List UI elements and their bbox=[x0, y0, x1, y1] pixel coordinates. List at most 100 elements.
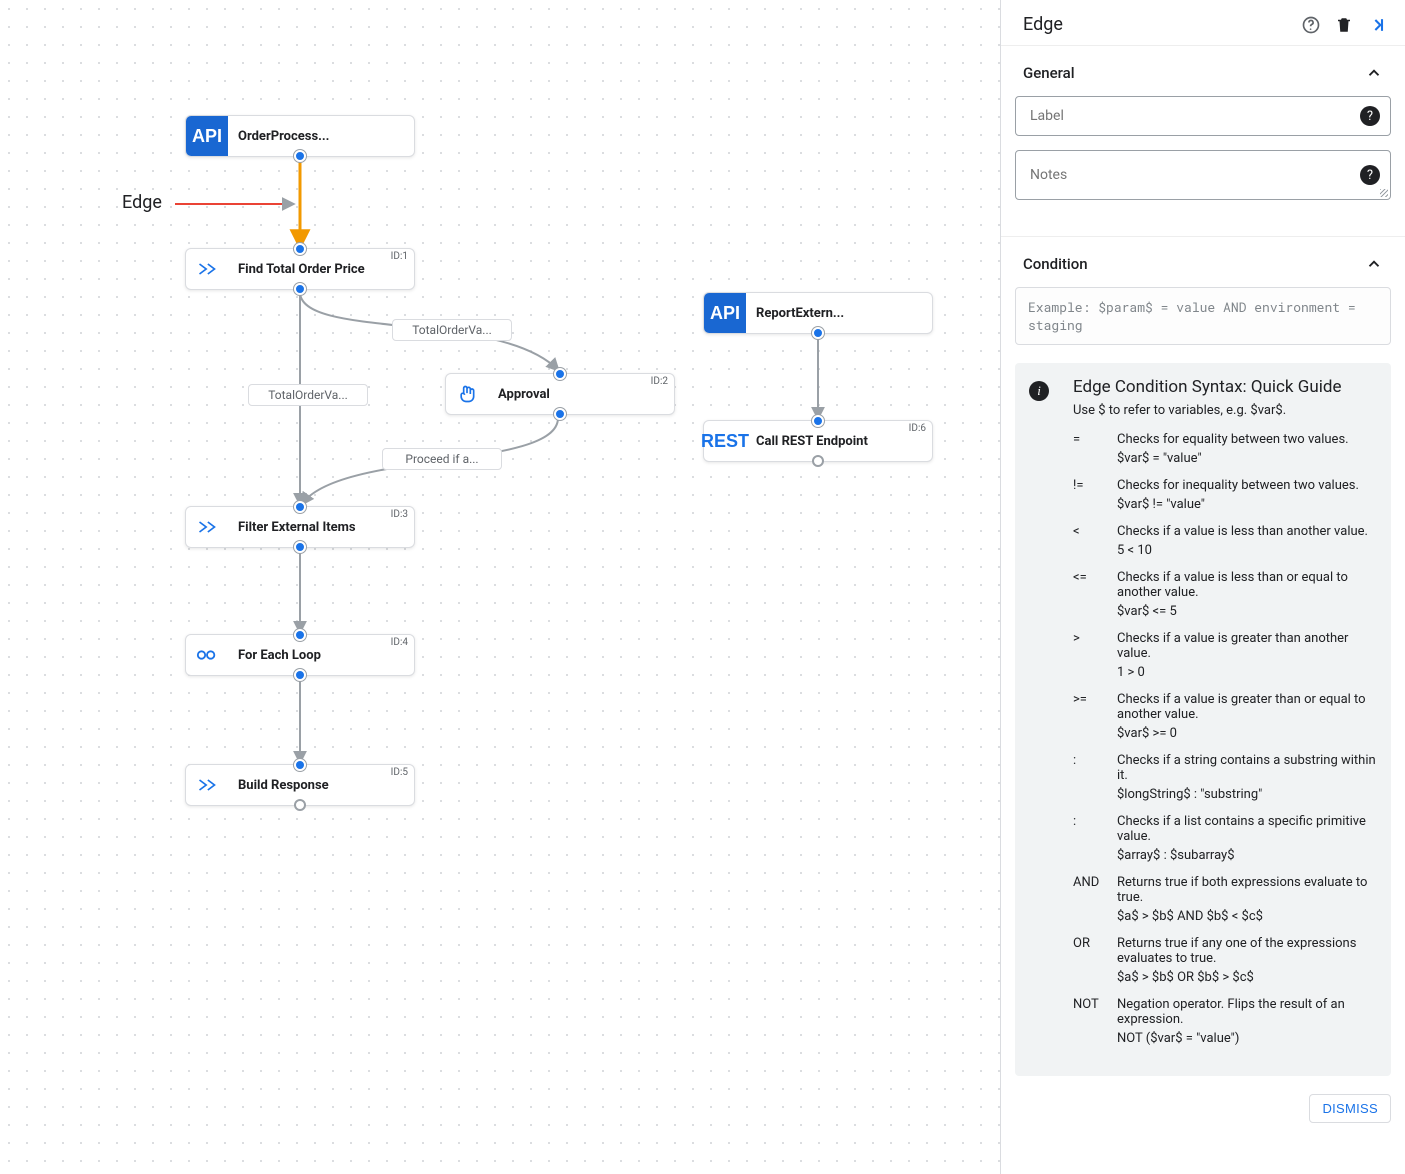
operator-symbol: = bbox=[1073, 432, 1117, 466]
operator-row: !=Checks for inequality between two valu… bbox=[1073, 478, 1377, 512]
port-bottom[interactable] bbox=[812, 327, 824, 339]
operator-symbol: : bbox=[1073, 814, 1117, 863]
section-title: General bbox=[1023, 64, 1075, 82]
edge-callout-label: Edge bbox=[118, 192, 166, 213]
node-for-each[interactable]: For Each Loop ID:4 bbox=[185, 634, 415, 676]
node-id: ID:1 bbox=[391, 251, 408, 262]
port-bottom[interactable] bbox=[812, 455, 824, 467]
operator-example: $var$ >= 0 bbox=[1117, 726, 1377, 741]
operator-example: $array$ : $subarray$ bbox=[1117, 848, 1377, 863]
operator-desc: Checks if a value is less than or equal … bbox=[1117, 570, 1377, 600]
node-label: Call REST Endpoint bbox=[746, 421, 932, 461]
node-id: ID:6 bbox=[909, 423, 926, 434]
operator-example: $a$ > $b$ AND $b$ < $c$ bbox=[1117, 909, 1377, 924]
rest-icon: REST bbox=[704, 421, 746, 461]
help-icon[interactable] bbox=[1301, 15, 1321, 35]
node-id: ID:4 bbox=[391, 637, 408, 648]
operator-row: ORReturns true if any one of the express… bbox=[1073, 936, 1377, 985]
port-top[interactable] bbox=[554, 368, 566, 380]
node-filter-items[interactable]: Filter External Items ID:3 bbox=[185, 506, 415, 548]
node-build-response[interactable]: Build Response ID:5 bbox=[185, 764, 415, 806]
port-bottom[interactable] bbox=[294, 283, 306, 295]
node-id: ID:5 bbox=[391, 767, 408, 778]
operator-desc: Checks if a string contains a substring … bbox=[1117, 753, 1377, 783]
operator-symbol: < bbox=[1073, 524, 1117, 558]
operator-desc: Checks if a list contains a specific pri… bbox=[1117, 814, 1377, 844]
port-bottom[interactable] bbox=[294, 669, 306, 681]
port-bottom[interactable] bbox=[294, 799, 306, 811]
node-approval[interactable]: Approval ID:2 bbox=[445, 373, 675, 415]
operator-symbol: >= bbox=[1073, 692, 1117, 741]
operator-example: $a$ > $b$ OR $b$ > $c$ bbox=[1117, 970, 1377, 985]
node-call-rest[interactable]: REST Call REST Endpoint ID:6 bbox=[703, 420, 933, 462]
operator-row: NOTNegation operator. Flips the result o… bbox=[1073, 997, 1377, 1046]
help-icon[interactable]: ? bbox=[1360, 165, 1380, 185]
operator-desc: Checks if a value is greater than or equ… bbox=[1117, 692, 1377, 722]
label-input[interactable] bbox=[1028, 107, 1348, 125]
edge-label[interactable]: TotalOrderVa... bbox=[392, 319, 512, 341]
operator-row: >=Checks if a value is greater than or e… bbox=[1073, 692, 1377, 741]
operator-example: 5 < 10 bbox=[1117, 543, 1368, 558]
node-id: ID:2 bbox=[651, 376, 668, 387]
operator-example: $var$ <= 5 bbox=[1117, 604, 1377, 619]
resize-handle[interactable] bbox=[1380, 189, 1388, 197]
operator-symbol: OR bbox=[1073, 936, 1117, 985]
syntax-guide: i Edge Condition Syntax: Quick Guide Use… bbox=[1015, 363, 1391, 1076]
node-label: ReportExtern... bbox=[746, 293, 932, 333]
guide-title: Edge Condition Syntax: Quick Guide bbox=[1073, 377, 1377, 397]
section-title: Condition bbox=[1023, 255, 1088, 273]
node-report-extern[interactable]: API ReportExtern... bbox=[703, 292, 933, 334]
operator-desc: Checks if a value is less than another v… bbox=[1117, 524, 1368, 539]
api-icon: API bbox=[186, 116, 228, 156]
node-label: Approval bbox=[488, 374, 674, 414]
operator-desc: Checks for inequality between two values… bbox=[1117, 478, 1359, 493]
port-top[interactable] bbox=[294, 243, 306, 255]
operator-row: :Checks if a string contains a substring… bbox=[1073, 753, 1377, 802]
mapping-icon bbox=[186, 249, 228, 289]
port-top[interactable] bbox=[812, 415, 824, 427]
notes-field[interactable]: ? bbox=[1015, 150, 1391, 200]
edge-wires bbox=[0, 0, 1000, 1174]
operator-example: 1 > 0 bbox=[1117, 665, 1377, 680]
port-top[interactable] bbox=[294, 759, 306, 771]
condition-input[interactable]: Example: $param$ = value AND environment… bbox=[1015, 287, 1391, 345]
node-id: ID:3 bbox=[391, 509, 408, 520]
flow-canvas[interactable]: Edge API OrderProcess... Find Total Orde… bbox=[0, 0, 1000, 1174]
mapping-icon bbox=[186, 765, 228, 805]
operator-row: :Checks if a list contains a specific pr… bbox=[1073, 814, 1377, 863]
operator-example: $longString$ : "substring" bbox=[1117, 787, 1377, 802]
operator-desc: Returns true if any one of the expressio… bbox=[1117, 936, 1377, 966]
operator-symbol: != bbox=[1073, 478, 1117, 512]
operator-row: >Checks if a value is greater than anoth… bbox=[1073, 631, 1377, 680]
label-field[interactable]: ? bbox=[1015, 96, 1391, 136]
node-label: Find Total Order Price bbox=[228, 249, 414, 289]
chevron-up-icon bbox=[1365, 255, 1383, 273]
edge-label[interactable]: TotalOrderVa... bbox=[248, 384, 368, 406]
section-general-header[interactable]: General bbox=[1001, 45, 1405, 96]
collapse-panel-icon[interactable] bbox=[1367, 15, 1387, 35]
info-icon: i bbox=[1029, 381, 1049, 401]
operator-symbol: : bbox=[1073, 753, 1117, 802]
port-bottom[interactable] bbox=[294, 150, 306, 162]
notes-input[interactable] bbox=[1028, 166, 1348, 184]
edge-label[interactable]: Proceed if a... bbox=[382, 448, 502, 470]
node-label: Filter External Items bbox=[228, 507, 414, 547]
node-label: OrderProcess... bbox=[228, 116, 414, 156]
operator-example: NOT ($var$ = "value") bbox=[1117, 1031, 1377, 1046]
trash-icon[interactable] bbox=[1335, 15, 1353, 35]
section-condition-header[interactable]: Condition bbox=[1001, 236, 1405, 287]
port-top[interactable] bbox=[294, 629, 306, 641]
port-top[interactable] bbox=[294, 501, 306, 513]
help-icon[interactable]: ? bbox=[1360, 106, 1380, 126]
api-icon: API bbox=[704, 293, 746, 333]
port-bottom[interactable] bbox=[554, 408, 566, 420]
node-order-process[interactable]: API OrderProcess... bbox=[185, 115, 415, 157]
node-label: For Each Loop bbox=[228, 635, 414, 675]
port-bottom[interactable] bbox=[294, 541, 306, 553]
operator-symbol: > bbox=[1073, 631, 1117, 680]
operator-row: <=Checks if a value is less than or equa… bbox=[1073, 570, 1377, 619]
chevron-up-icon bbox=[1365, 64, 1383, 82]
node-find-total[interactable]: Find Total Order Price ID:1 bbox=[185, 248, 415, 290]
dismiss-button[interactable]: DISMISS bbox=[1309, 1094, 1391, 1123]
panel-title: Edge bbox=[1023, 14, 1063, 35]
